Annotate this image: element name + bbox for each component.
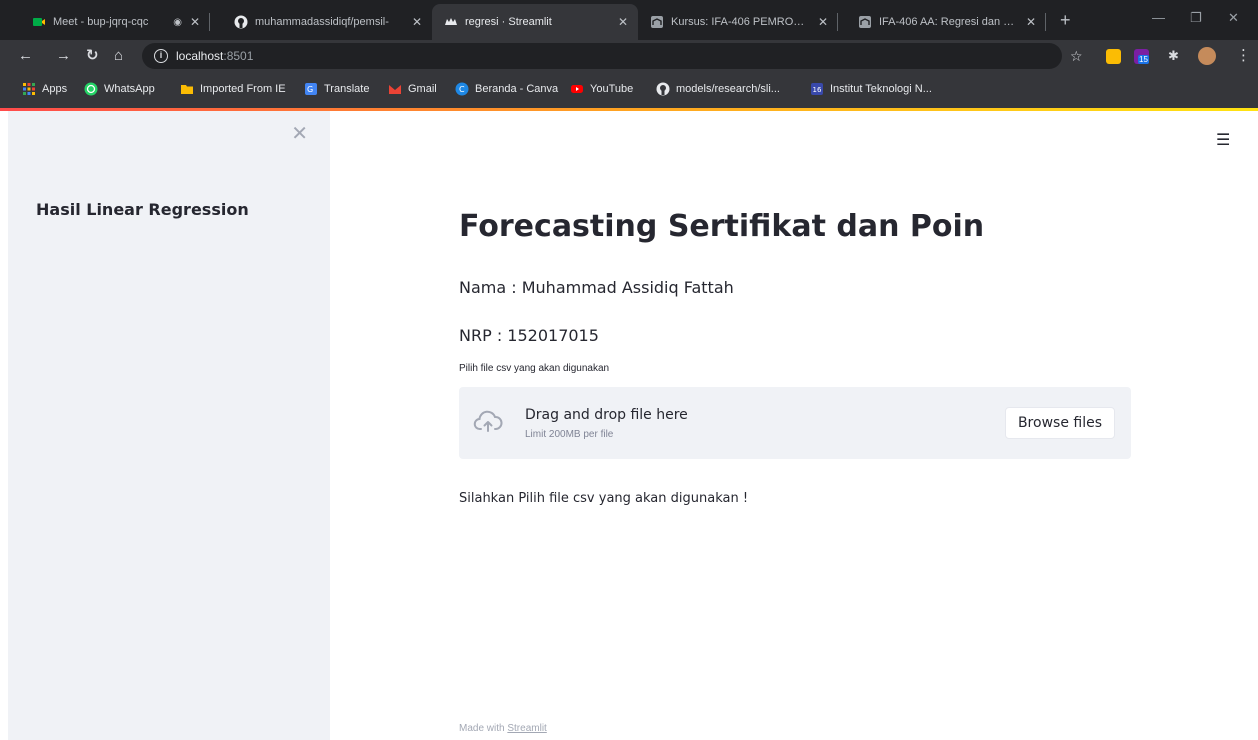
close-icon[interactable]: ✕ <box>1026 15 1036 29</box>
back-icon[interactable]: ← <box>18 46 33 66</box>
apps-grid-icon <box>23 83 35 95</box>
svg-text:C: C <box>459 85 465 94</box>
tab-title: Kursus: IFA-406 PEMROGRA <box>671 16 810 28</box>
close-icon[interactable]: ✕ <box>190 15 200 29</box>
youtube-icon <box>571 85 583 93</box>
bookmark-youtube[interactable]: YouTube <box>570 82 633 96</box>
tab-title: muhammadassidiqf/pemsil- <box>255 16 389 28</box>
tab-regresi[interactable]: IFA-406 AA: Regresi dan Kor ✕ <box>846 4 1046 40</box>
extension-notes-icon[interactable] <box>1106 49 1121 64</box>
browse-files-button[interactable]: Browse files <box>1004 407 1115 439</box>
sidebar-title: Hasil Linear Regression <box>36 200 249 219</box>
bookmark-star-icon[interactable]: ☆ <box>1070 46 1083 66</box>
bookmark-translate[interactable]: G Translate <box>304 82 369 96</box>
student-nrp: NRP : 152017015 <box>459 326 599 345</box>
file-uploader-label: Pilih file csv yang akan digunakan <box>459 363 610 374</box>
page-title: Forecasting Sertifikat dan Poin <box>459 209 985 244</box>
tab-title: Meet - bup-jqrq-cqc <box>53 16 149 28</box>
address-bar[interactable]: i localhost:8501 <box>142 43 1062 69</box>
hamburger-menu-icon[interactable]: ☰ <box>1216 130 1230 150</box>
restore-icon[interactable]: ❐ <box>1190 10 1202 26</box>
gmail-icon <box>389 85 401 94</box>
puzzle-extensions-icon[interactable]: ✱ <box>1168 46 1179 66</box>
home-icon[interactable]: ⌂ <box>114 46 123 66</box>
translate-icon: G <box>305 83 317 95</box>
itenas-icon: 16 <box>811 83 823 95</box>
folder-icon <box>181 85 193 94</box>
close-sidebar-icon[interactable]: ✕ <box>291 121 308 146</box>
extension-badge: 15 <box>1138 55 1149 64</box>
forward-icon[interactable]: → <box>56 46 71 66</box>
close-icon[interactable]: ✕ <box>618 15 628 29</box>
github-icon <box>234 15 248 29</box>
footer: Made with Streamlit <box>459 723 547 734</box>
new-tab-icon[interactable]: + <box>1060 11 1071 29</box>
bookmarks-bar: Apps WhatsApp Imported From IE G Transla… <box>0 72 1258 109</box>
student-name: Nama : Muhammad Assidiq Fattah <box>459 278 734 297</box>
browser-toolbar: ← → ↻ ⌂ i localhost:8501 ☆ 15 ✱ ⋮ <box>0 40 1258 72</box>
sidebar: ✕ Hasil Linear Regression <box>8 111 330 740</box>
svg-text:G: G <box>307 85 313 94</box>
moodle-icon <box>651 16 663 28</box>
moodle-icon <box>859 16 871 28</box>
close-icon[interactable]: ✕ <box>818 15 828 29</box>
tab-github[interactable]: muhammadassidiqf/pemsil- ✕ <box>222 4 432 40</box>
footer-text: Made with <box>459 723 508 734</box>
bookmark-itenas[interactable]: 16 Institut Teknologi N... <box>810 82 932 96</box>
streamlit-link[interactable]: Streamlit <box>507 723 546 734</box>
whatsapp-icon <box>84 82 98 96</box>
tab-kursus[interactable]: Kursus: IFA-406 PEMROGRA ✕ <box>638 4 838 40</box>
info-message: Silahkan Pilih file csv yang akan diguna… <box>459 491 749 506</box>
minimize-icon[interactable]: — <box>1152 10 1165 25</box>
extension-cap-icon[interactable]: 15 <box>1134 49 1149 64</box>
streamlit-crown-icon <box>445 18 457 25</box>
tab-title: regresi · Streamlit <box>465 16 552 28</box>
tab-title: IFA-406 AA: Regresi dan Kor <box>879 16 1018 28</box>
url-host: localhost <box>176 49 224 63</box>
recording-dot-icon: ◉ <box>173 16 182 28</box>
cloud-upload-icon <box>473 410 503 432</box>
bookmark-whatsapp[interactable]: WhatsApp <box>84 82 155 96</box>
url-port: :8501 <box>223 49 254 63</box>
canva-icon: C <box>455 82 469 96</box>
bookmark-apps[interactable]: Apps <box>22 82 67 96</box>
svg-text:16: 16 <box>813 86 822 94</box>
avatar[interactable] <box>1198 47 1216 65</box>
bookmark-models-research[interactable]: models/research/sli... <box>656 82 780 96</box>
site-info-icon[interactable]: i <box>154 49 168 63</box>
kebab-menu-icon[interactable]: ⋮ <box>1236 46 1251 66</box>
tab-meet[interactable]: Meet - bup-jqrq-cqc ◉ ✕ <box>20 4 210 40</box>
dropzone-instructions: Drag and drop file here <box>525 407 688 423</box>
dropzone-limit: Limit 200MB per file <box>525 429 614 440</box>
reload-icon[interactable]: ↻ <box>86 46 99 66</box>
browser-tab-bar: Meet - bup-jqrq-cqc ◉ ✕ muhammadassidiqf… <box>0 0 1258 40</box>
close-icon[interactable]: ✕ <box>412 15 422 29</box>
close-window-icon[interactable]: ✕ <box>1228 10 1239 26</box>
tab-streamlit[interactable]: regresi · Streamlit ✕ <box>432 4 638 40</box>
bookmark-canva[interactable]: C Beranda - Canva <box>455 82 558 96</box>
google-meet-icon <box>33 18 45 26</box>
bookmark-imported-from-ie[interactable]: Imported From IE <box>180 82 286 96</box>
github-icon <box>656 82 670 96</box>
file-dropzone[interactable]: Drag and drop file here Limit 200MB per … <box>459 387 1131 459</box>
bookmark-gmail[interactable]: Gmail <box>388 82 437 96</box>
